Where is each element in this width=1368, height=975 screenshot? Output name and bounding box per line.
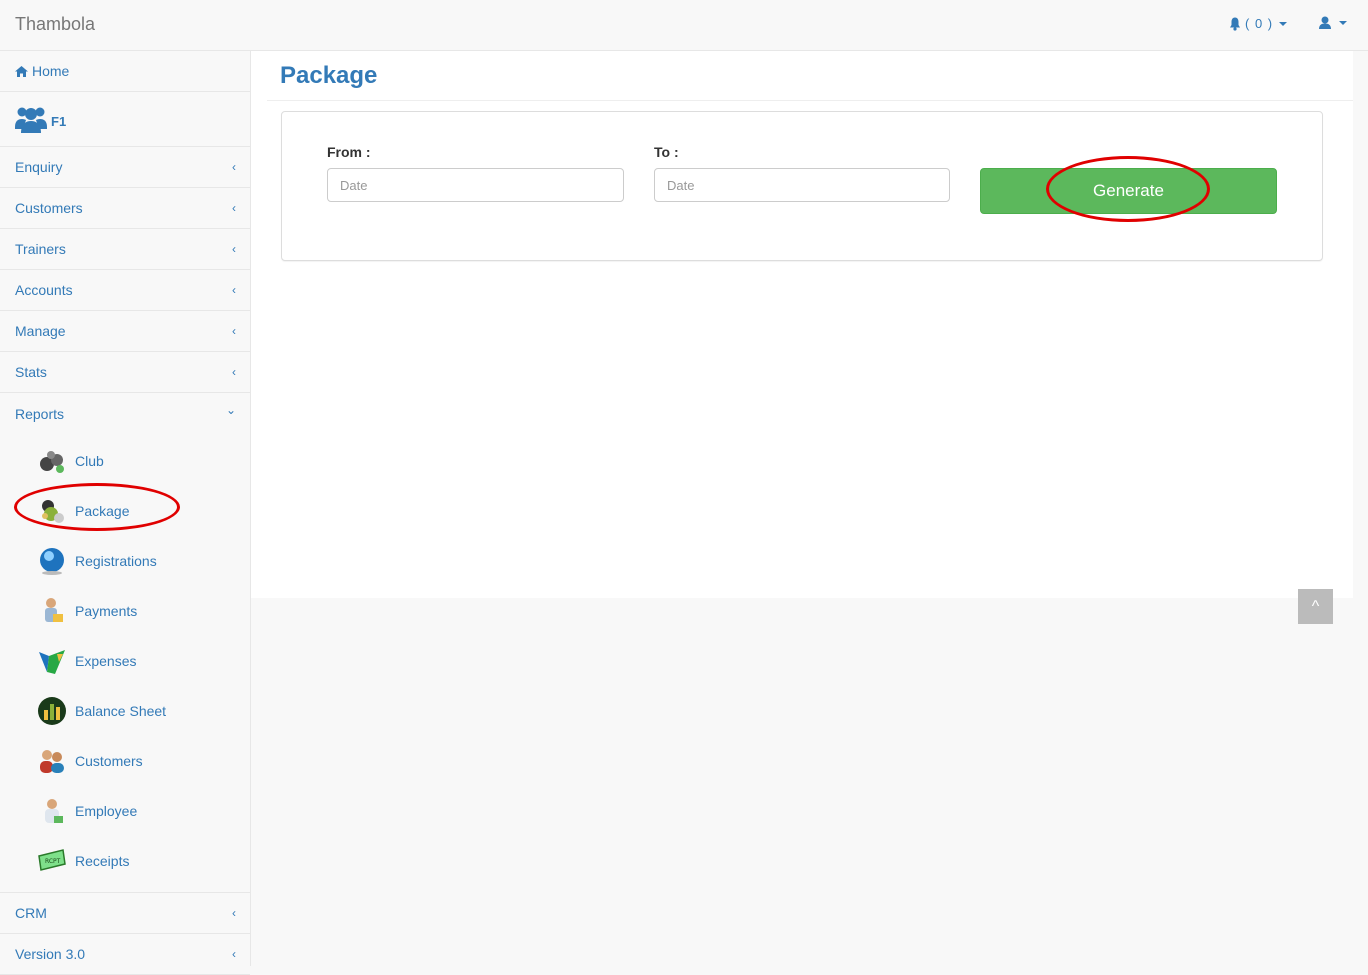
sidebar-profile[interactable]: F1	[0, 92, 250, 147]
sidebar-subitem-label: Expenses	[75, 653, 137, 669]
from-label: From :	[327, 144, 371, 160]
sidebar-item-label: Version 3.0	[15, 946, 86, 962]
sidebar-item-manage[interactable]: Manage ‹	[0, 311, 250, 352]
generate-button[interactable]: Generate	[980, 168, 1277, 214]
package-icon	[42, 500, 64, 523]
svg-text:RCPT: RCPT	[45, 858, 61, 865]
sidebar-subitem-label: Balance Sheet	[75, 703, 167, 719]
payments-icon	[45, 598, 63, 622]
sidebar-item-label: Customers	[15, 200, 83, 216]
report-filter-panel: From : To : Generate	[281, 111, 1323, 261]
notifications-dropdown[interactable]: ( 0 )	[1229, 16, 1288, 31]
to-label: To :	[654, 144, 679, 160]
sidebar-item-reports[interactable]: Reports ⌄	[0, 393, 250, 434]
sidebar-item-home[interactable]: Home	[0, 51, 250, 92]
sidebar-subitem-employee[interactable]: Employee	[0, 786, 250, 836]
chevron-left-icon: ‹	[232, 365, 236, 379]
sidebar-subitem-label: Registrations	[75, 553, 157, 569]
sidebar-subitem-customers[interactable]: Customers	[0, 736, 250, 786]
sidebar-item-trainers[interactable]: Trainers ‹	[0, 229, 250, 270]
reports-submenu: Club Package Registrations Payments Expe…	[0, 434, 250, 893]
sidebar-item-customers[interactable]: Customers ‹	[0, 188, 250, 229]
chevron-left-icon: ‹	[232, 906, 236, 920]
chevron-left-icon: ‹	[232, 160, 236, 174]
customers-icon	[40, 750, 64, 773]
sidebar-item-label: Trainers	[15, 241, 66, 257]
page-title: Package	[280, 62, 378, 89]
sidebar-item-label: Manage	[15, 323, 66, 339]
sidebar-subitem-balance-sheet[interactable]: Balance Sheet	[0, 686, 250, 736]
sidebar-item-label: Reports	[15, 405, 65, 422]
sidebar-subitem-expenses[interactable]: Expenses	[0, 636, 250, 686]
from-date-input[interactable]	[327, 168, 624, 202]
sidebar-subitem-payments[interactable]: Payments	[0, 586, 250, 636]
user-icon	[1319, 16, 1331, 29]
sidebar-subitem-label: Club	[75, 453, 104, 469]
expenses-icon	[39, 650, 65, 674]
brand-title[interactable]: Thambola	[15, 14, 95, 35]
sidebar-subitem-label: Payments	[75, 603, 138, 619]
sidebar-item-accounts[interactable]: Accounts ‹	[0, 270, 250, 311]
sidebar: Home F1 Enquiry ‹ Customers ‹ Trainers ‹…	[0, 51, 251, 975]
chevron-left-icon: ‹	[232, 283, 236, 297]
sidebar-item-version[interactable]: Version 3.0 ‹	[0, 934, 250, 975]
sidebar-subitem-receipts[interactable]: RCPT Receipts	[0, 836, 250, 886]
home-icon	[15, 65, 28, 77]
employee-icon	[45, 799, 63, 823]
title-divider	[267, 100, 1353, 101]
sidebar-subitem-label: Customers	[75, 753, 143, 769]
sidebar-item-crm[interactable]: CRM ‹	[0, 893, 250, 934]
back-to-top-button[interactable]: ^	[1298, 589, 1333, 624]
sidebar-subitem-label: Receipts	[75, 853, 130, 869]
registrations-icon	[40, 548, 64, 575]
sidebar-item-label: Accounts	[15, 282, 73, 298]
sidebar-subitem-club[interactable]: Club	[0, 436, 250, 486]
caret-down-icon	[1339, 20, 1347, 25]
club-icon	[40, 451, 64, 473]
sidebar-item-label: Enquiry	[15, 159, 63, 175]
chevron-left-icon: ‹	[232, 947, 236, 961]
sidebar-item-label: Stats	[15, 364, 47, 380]
main-content: Package From : To : Generate	[251, 51, 1353, 598]
chevron-left-icon: ‹	[232, 201, 236, 215]
sidebar-item-label: CRM	[15, 905, 47, 921]
sidebar-subitem-label: Employee	[75, 803, 138, 819]
users-icon	[15, 107, 47, 133]
sidebar-subitem-label: Package	[75, 503, 130, 519]
to-date-input[interactable]	[654, 168, 950, 202]
bell-icon	[1230, 17, 1240, 31]
caret-down-icon	[1279, 21, 1288, 26]
top-navbar: Thambola ( 0 )	[0, 0, 1368, 51]
receipts-icon: RCPT	[38, 849, 66, 871]
user-menu-dropdown[interactable]	[1319, 16, 1347, 29]
notification-count: ( 0 )	[1245, 16, 1274, 31]
sidebar-subitem-package[interactable]: Package	[0, 486, 250, 536]
profile-name: F1	[51, 113, 67, 129]
chevron-down-icon: ⌄	[225, 403, 236, 417]
sidebar-item-label: Home	[32, 63, 70, 79]
balance-sheet-icon	[38, 697, 66, 725]
chevron-left-icon: ‹	[232, 324, 236, 338]
sidebar-subitem-registrations[interactable]: Registrations	[0, 536, 250, 586]
sidebar-item-stats[interactable]: Stats ‹	[0, 352, 250, 393]
sidebar-item-enquiry[interactable]: Enquiry ‹	[0, 147, 250, 188]
chevron-left-icon: ‹	[232, 242, 236, 256]
